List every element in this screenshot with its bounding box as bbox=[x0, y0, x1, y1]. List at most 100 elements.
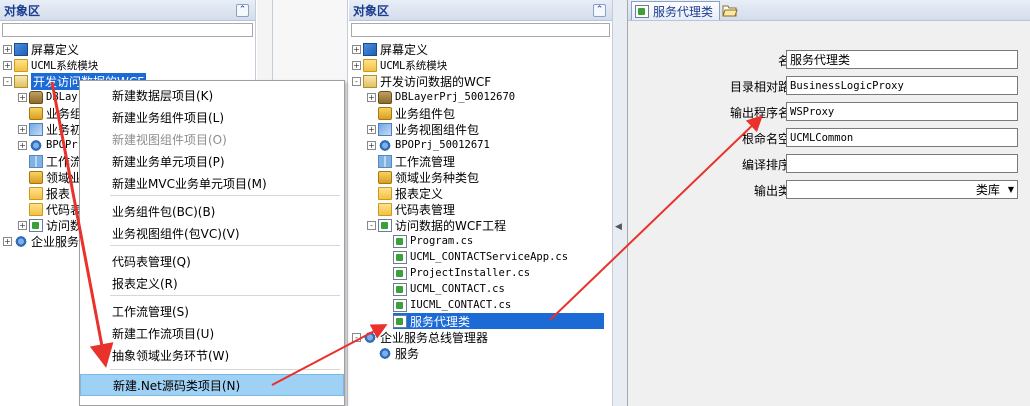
tree-item[interactable]: ProjectInstaller.cs bbox=[349, 265, 530, 281]
tree-expander-icon[interactable]: + bbox=[3, 44, 12, 54]
tree-item[interactable]: + BPOPr bbox=[0, 137, 78, 153]
tree-expander-icon[interactable]: + bbox=[18, 220, 27, 230]
tree-item-label: 工作流管理 bbox=[395, 154, 456, 169]
tree-item[interactable]: 报表定义 bbox=[349, 185, 443, 201]
left-collapse-button[interactable]: ⌃ bbox=[236, 3, 249, 17]
tree-item[interactable]: + DBLay bbox=[0, 89, 78, 105]
tree-item-label: 访问数据的WCF工程 bbox=[395, 218, 507, 233]
tree-item-label: 访问数 bbox=[46, 218, 83, 233]
tree-item-label: 领域业 bbox=[46, 170, 83, 185]
tree-item[interactable]: - 开发访问数据的WCF bbox=[349, 73, 491, 89]
tab-service-proxy[interactable]: 服务代理类 bbox=[631, 1, 721, 20]
tree-item[interactable]: + 业务初 bbox=[0, 121, 82, 137]
tree-expander-icon[interactable]: + bbox=[367, 124, 376, 134]
menu-item[interactable]: 新建视图组件项目(O) bbox=[80, 128, 344, 150]
tree-item[interactable]: + BPOPrj_50012671 bbox=[349, 137, 490, 153]
tree-item[interactable]: + 屏幕定义 bbox=[0, 41, 79, 57]
middle-collapse-button[interactable]: ⌃ bbox=[593, 3, 606, 17]
tree-item[interactable]: + 屏幕定义 bbox=[349, 41, 428, 57]
tree-expander-icon[interactable]: + bbox=[352, 60, 361, 70]
menu-item[interactable]: 新建业务组件项目(L) bbox=[80, 106, 344, 128]
field-input[interactable]: UCMLCommon bbox=[786, 128, 1018, 147]
tree-item[interactable]: + 业务视图组件包 bbox=[349, 121, 479, 137]
cs-icon bbox=[393, 282, 407, 296]
menu-separator bbox=[110, 295, 340, 296]
tree-item[interactable]: UCML_CONTACTServiceApp.cs bbox=[349, 249, 568, 265]
tree-expander-icon[interactable]: + bbox=[3, 60, 12, 70]
tree-item-label: 领域业务种类包 bbox=[395, 170, 480, 185]
field-input[interactable] bbox=[786, 154, 1018, 173]
tree-item[interactable]: 服务代理类 bbox=[393, 313, 604, 329]
tree-expander-icon[interactable]: + bbox=[18, 124, 27, 134]
tree-item[interactable]: 服务 bbox=[349, 345, 419, 361]
field-input[interactable]: 服务代理类 bbox=[786, 50, 1018, 69]
menu-item[interactable]: 新建业MVC业务单元项目(M) bbox=[80, 172, 344, 194]
tree-item[interactable]: + 访问数 bbox=[0, 217, 82, 233]
field-input[interactable]: WSProxy bbox=[786, 102, 1018, 121]
tree-expander-icon[interactable]: + bbox=[3, 236, 12, 246]
open-folder-icon[interactable] bbox=[720, 1, 740, 20]
cs-icon bbox=[393, 234, 407, 248]
menu-item[interactable]: 业务视图组件(包VC)(V) bbox=[80, 222, 344, 244]
tree-item[interactable]: 代码表 bbox=[0, 201, 82, 217]
tree-item[interactable]: 领域业务种类包 bbox=[349, 169, 479, 185]
menu-item[interactable]: 工作流管理(S) bbox=[80, 300, 344, 322]
tree-item[interactable]: + DBLayerPrj_50012670 bbox=[349, 89, 515, 105]
project-icon bbox=[14, 74, 28, 88]
menu-item[interactable]: 新建.Net源码类项目(N) bbox=[80, 374, 344, 396]
tree-item[interactable]: + UCML系统模块 bbox=[0, 57, 98, 73]
menu-item[interactable]: 报表定义(R) bbox=[80, 272, 344, 294]
tree-item[interactable]: - 企业服务总线管理器 bbox=[349, 329, 488, 345]
tree-item[interactable]: 领域业 bbox=[0, 169, 82, 185]
tree-item[interactable]: 业务组 bbox=[0, 105, 82, 121]
screen-icon bbox=[14, 42, 28, 56]
tree-item[interactable]: 报表 bbox=[0, 185, 70, 201]
menu-item[interactable]: 抽象领域业务环节(W) bbox=[80, 344, 344, 366]
left-filter-input[interactable] bbox=[2, 23, 253, 37]
tree-item[interactable]: - 访问数据的WCF工程 bbox=[349, 217, 506, 233]
tree-item-label: 服务代理类 bbox=[410, 314, 471, 329]
field-input[interactable]: BusinessLogicProxy bbox=[786, 76, 1018, 95]
middle-filter-input[interactable] bbox=[351, 23, 610, 37]
menu-item[interactable]: 新建工作流项目(U) bbox=[80, 322, 344, 344]
tree-expander-icon[interactable]: - bbox=[352, 76, 361, 86]
menu-item[interactable]: 业务组件包(BC)(B) bbox=[80, 200, 344, 222]
tree-item-label: UCML_CONTACTServiceApp.cs bbox=[410, 251, 569, 263]
tree-expander-icon[interactable]: - bbox=[352, 332, 361, 342]
tree-item[interactable]: + 企业服务 bbox=[0, 233, 79, 249]
tree-expander-icon[interactable]: + bbox=[367, 92, 376, 102]
chevron-down-icon[interactable]: ▼ bbox=[1008, 185, 1014, 194]
tree-item[interactable]: 工作流管理 bbox=[349, 153, 455, 169]
tree-item[interactable]: IUCML_CONTACT.cs bbox=[349, 297, 511, 313]
tree-item-label: 业务初 bbox=[46, 122, 83, 137]
splitter-arrow-icon[interactable]: ◀ bbox=[615, 222, 622, 232]
gear-icon bbox=[378, 346, 392, 360]
tree-expander-icon[interactable]: + bbox=[18, 92, 27, 102]
tree-item-label: 业务视图组件包 bbox=[395, 122, 480, 137]
output-type-select[interactable]: 类库 ▼ bbox=[786, 180, 1018, 199]
tree-item[interactable]: 代码表管理 bbox=[349, 201, 455, 217]
cs-icon bbox=[393, 298, 407, 312]
tree-expander-icon[interactable]: - bbox=[367, 220, 376, 230]
tree-expander-icon[interactable]: + bbox=[352, 44, 361, 54]
menu-item[interactable]: 代码表管理(Q) bbox=[80, 250, 344, 272]
tree-item[interactable]: + UCML系统模块 bbox=[349, 57, 447, 73]
tree-item-label: BPOPr bbox=[46, 139, 78, 151]
tree-item-label: 开发访问数据的WCF bbox=[380, 74, 492, 89]
tree-expander-icon[interactable]: - bbox=[3, 76, 12, 86]
tree-item-label: UCML_CONTACT.cs bbox=[410, 283, 505, 295]
menu-item[interactable]: 新建数据层项目(K) bbox=[80, 84, 344, 106]
tree-expander-icon[interactable]: + bbox=[367, 140, 376, 150]
splitter[interactable]: ◀ bbox=[612, 0, 627, 406]
property-tabbar: 服务代理类 bbox=[628, 0, 1030, 21]
tree-item[interactable]: Program.cs bbox=[349, 233, 473, 249]
left-panel-header: 对象区 ⌃ bbox=[0, 0, 255, 21]
cs-icon bbox=[378, 218, 392, 232]
database-icon bbox=[29, 90, 43, 104]
menu-item[interactable]: 新建业务单元项目(P) bbox=[80, 150, 344, 172]
tree-item[interactable]: 工作流 bbox=[0, 153, 82, 169]
tree-expander-icon[interactable]: + bbox=[18, 140, 27, 150]
tree-item[interactable]: 业务组件包 bbox=[349, 105, 455, 121]
tree-item[interactable]: UCML_CONTACT.cs bbox=[349, 281, 505, 297]
tree-item-label: 报表定义 bbox=[395, 186, 444, 201]
